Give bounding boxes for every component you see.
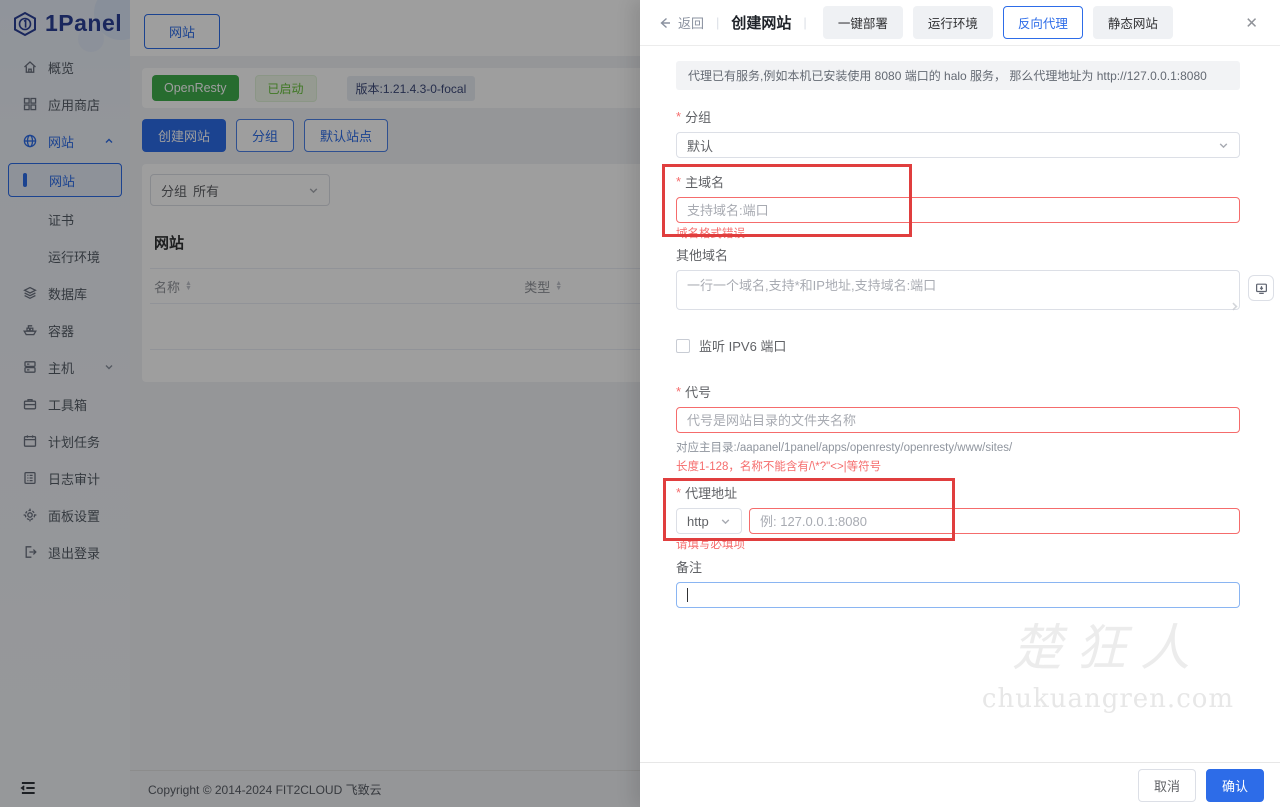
ipv6-checkbox-row[interactable]: 监听 IPV6 端口: [676, 336, 1240, 355]
group-select[interactable]: 默认: [676, 132, 1240, 158]
drawer-tabs: 一键部署 运行环境 反向代理 静态网站: [823, 6, 1173, 39]
other-domains-field: 其他域名: [676, 245, 1240, 315]
drawer-header: 返回 | 创建网站 | 一键部署 运行环境 反向代理 静态网站 ✕: [640, 0, 1280, 46]
primary-domain-field: *主域名 域名格式错误: [676, 172, 1240, 241]
back-arrow-icon: [658, 16, 672, 30]
back-button[interactable]: 返回: [658, 13, 704, 32]
create-website-drawer: 返回 | 创建网站 | 一键部署 运行环境 反向代理 静态网站 ✕ 代理已有服务…: [640, 0, 1280, 807]
chevron-down-icon: [1218, 140, 1229, 151]
code-directory-help: 对应主目录:/aapanel/1panel/apps/openresty/ope…: [676, 439, 1240, 455]
code-input[interactable]: [676, 407, 1240, 433]
drawer-footer: 取消 确认: [640, 762, 1280, 807]
tab-reverse-proxy[interactable]: 反向代理: [1003, 6, 1083, 39]
primary-domain-error: 域名格式错误: [676, 225, 1240, 241]
remark-field: 备注: [676, 557, 1240, 608]
drawer-body: 代理已有服务,例如本机已安装使用 8080 端口的 halo 服务， 那么代理地…: [640, 46, 1280, 762]
primary-domain-input[interactable]: [676, 197, 1240, 223]
watermark-text: 楚狂人: [958, 608, 1258, 680]
checkbox-icon[interactable]: [676, 339, 690, 353]
proxy-address-field: *代理地址 http 请填写必填项: [676, 483, 1240, 552]
text-caret: [687, 588, 688, 602]
fullscreen-editor-icon[interactable]: [1248, 275, 1274, 301]
info-banner: 代理已有服务,例如本机已安装使用 8080 端口的 halo 服务， 那么代理地…: [676, 61, 1240, 90]
code-field: *代号 对应主目录:/aapanel/1panel/apps/openresty…: [676, 382, 1240, 474]
tab-one-click-deploy[interactable]: 一键部署: [823, 6, 903, 39]
confirm-button[interactable]: 确认: [1206, 769, 1264, 802]
group-field: *分组 默认: [676, 107, 1240, 158]
remark-input[interactable]: [676, 582, 1240, 608]
proxy-address-error: 请填写必填项: [676, 536, 1240, 552]
tab-static-site[interactable]: 静态网站: [1093, 6, 1173, 39]
protocol-select[interactable]: http: [676, 508, 742, 534]
cancel-button[interactable]: 取消: [1138, 769, 1196, 802]
watermark: 楚狂人 chukuangren.com: [958, 608, 1258, 714]
code-error: 长度1-128，名称不能含有/\*?"<>|等符号: [676, 458, 1240, 474]
other-domains-textarea[interactable]: [676, 270, 1240, 310]
chevron-down-icon: [720, 516, 731, 527]
proxy-address-input[interactable]: [749, 508, 1240, 534]
watermark-url: chukuangren.com: [958, 684, 1258, 714]
drawer-title: 创建网站: [731, 12, 791, 33]
close-icon[interactable]: ✕: [1241, 10, 1262, 36]
tab-runtime[interactable]: 运行环境: [913, 6, 993, 39]
